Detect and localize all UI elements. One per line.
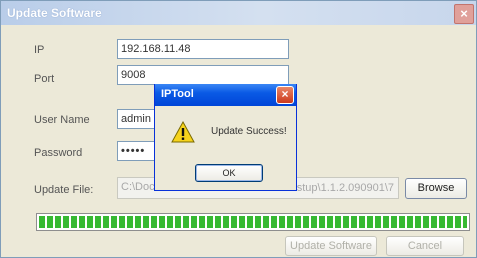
title-bar[interactable]: Update Software × — [1, 1, 476, 25]
cancel-button[interactable]: Cancel — [386, 236, 464, 256]
dialog-close-button[interactable]: × — [276, 86, 294, 104]
browse-button[interactable]: Browse — [405, 178, 467, 199]
dialog-ok-button[interactable]: OK — [195, 164, 263, 182]
iptool-dialog: IPTool × Update Success! OK — [154, 84, 297, 191]
dialog-title-bar[interactable]: IPTool × — [155, 84, 296, 106]
update-software-button[interactable]: Update Software — [285, 236, 377, 256]
window-close-button[interactable]: × — [454, 4, 474, 24]
password-label: Password — [34, 147, 83, 159]
update-file-path-start: C:\Doc — [121, 181, 155, 193]
progress-bar — [36, 213, 470, 231]
update-file-label: Update File: — [34, 184, 94, 196]
ip-field[interactable]: 192.168.11.48 — [117, 39, 289, 59]
progress-fill — [39, 216, 467, 228]
update-file-path-end: stup\1.1.2.090901\7 — [296, 182, 394, 194]
warning-icon — [171, 120, 195, 143]
ip-label: IP — [34, 44, 45, 56]
dialog-message: Update Success! — [211, 126, 287, 137]
port-field[interactable]: 9008 — [117, 65, 289, 85]
dialog-title: IPTool — [161, 88, 194, 100]
port-label: Port — [34, 73, 55, 85]
window-title: Update Software — [7, 6, 102, 20]
username-label: User Name — [34, 114, 90, 126]
